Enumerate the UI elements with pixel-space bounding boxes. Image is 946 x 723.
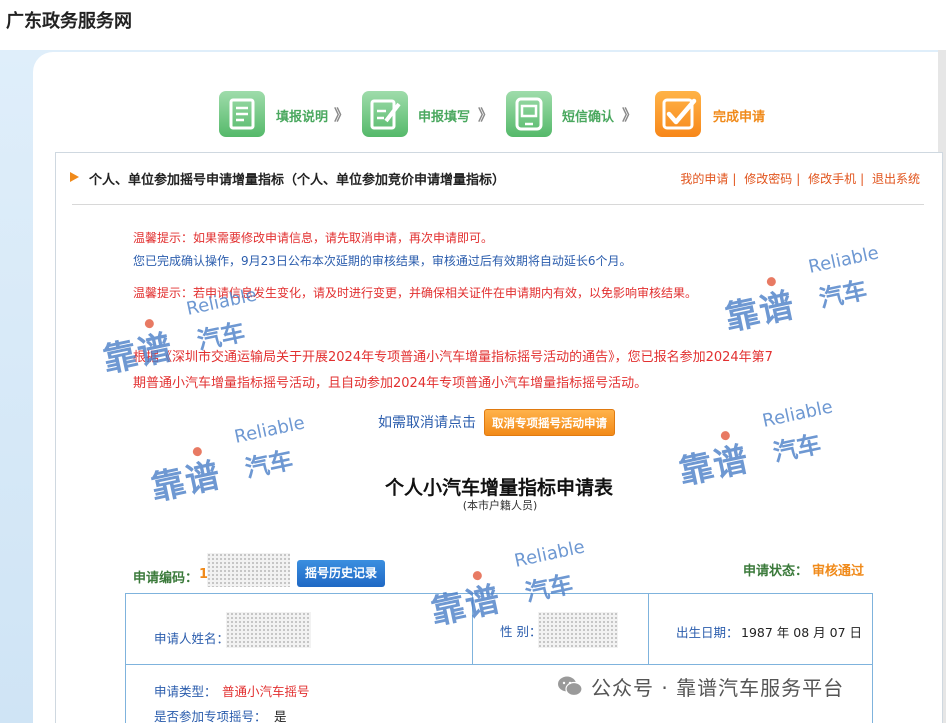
wechat-icon <box>557 675 583 697</box>
status-label: 申请状态： <box>743 564 809 579</box>
type-label: 申请类型： <box>154 684 217 699</box>
link-change-password[interactable]: 修改密码 <box>744 172 792 186</box>
status-badge: 审核通过 <box>812 564 865 579</box>
triangle-bullet-icon <box>70 172 79 182</box>
divider <box>72 204 924 205</box>
birth-value: 1987 年 08 月 07 日 <box>741 625 862 640</box>
redacted-code <box>207 553 290 587</box>
step-label-instructions: 填报说明 <box>276 110 329 125</box>
link-my-application[interactable]: 我的申请 <box>680 172 728 186</box>
step-arrow: 》 <box>478 106 494 124</box>
special-label: 是否参加专项摇号： <box>154 709 267 723</box>
type-value: 普通小汽车摇号 <box>222 684 310 699</box>
form-subtitle: (本市户籍人员) <box>462 499 538 512</box>
special-value: 是 <box>274 709 287 723</box>
step-label-fill: 申报填写 <box>418 110 471 125</box>
name-label: 申请人姓名： <box>154 631 230 646</box>
step-label-complete: 完成申请 <box>713 110 766 125</box>
top-links: 我的申请 | 修改密码 | 修改手机 | 退出系统 <box>680 172 920 186</box>
checkmark-icon <box>655 91 701 137</box>
form-title: 个人小汽车增量指标申请表 <box>384 477 613 499</box>
redacted-name <box>226 612 311 648</box>
footer-text: 公众号 · 靠谱汽车服务平台 <box>591 675 845 700</box>
notice-confirmed: 您已完成确认操作，9月23日公布本次延期的审核结果，审核通过后有效期将自动延长6… <box>133 254 632 268</box>
sms-phone-icon <box>506 91 552 137</box>
step-arrow: 》 <box>622 106 638 124</box>
site-title: 广东政务服务网 <box>6 11 132 32</box>
wechat-account-mark: 公众号 · 靠谱汽车服务平台 <box>557 673 845 700</box>
notice-modify: 温馨提示：如果需要修改申请信息，请先取消申请，再次申请即可。 <box>133 231 494 245</box>
step-arrow: 》 <box>334 106 350 124</box>
link-change-phone[interactable]: 修改手机 <box>808 172 856 186</box>
app-code-label: 申请编码： <box>133 571 199 586</box>
cancel-special-lottery-button[interactable]: 取消专项摇号活动申请 <box>484 409 615 436</box>
link-logout[interactable]: 退出系统 <box>872 172 920 186</box>
step-label-sms: 短信确认 <box>562 110 615 125</box>
birth-label: 出生日期： <box>676 625 739 640</box>
cancel-prompt: 如需取消请点击 <box>378 415 476 431</box>
document-icon <box>219 91 265 137</box>
redacted-gender <box>538 612 618 648</box>
site-header: 广东政务服务网 <box>0 0 946 50</box>
lottery-history-button[interactable]: 摇号历史记录 <box>297 560 385 587</box>
edit-form-icon <box>362 91 408 137</box>
notice-lottery-line2: 期普通小汽车增量指标摇号活动，且自动参加2024年专项普通小汽车增量指标摇号活动… <box>133 376 648 391</box>
section-title: 个人、单位参加摇号申请增量指标（个人、单位参加竞价申请增量指标） <box>89 173 506 188</box>
